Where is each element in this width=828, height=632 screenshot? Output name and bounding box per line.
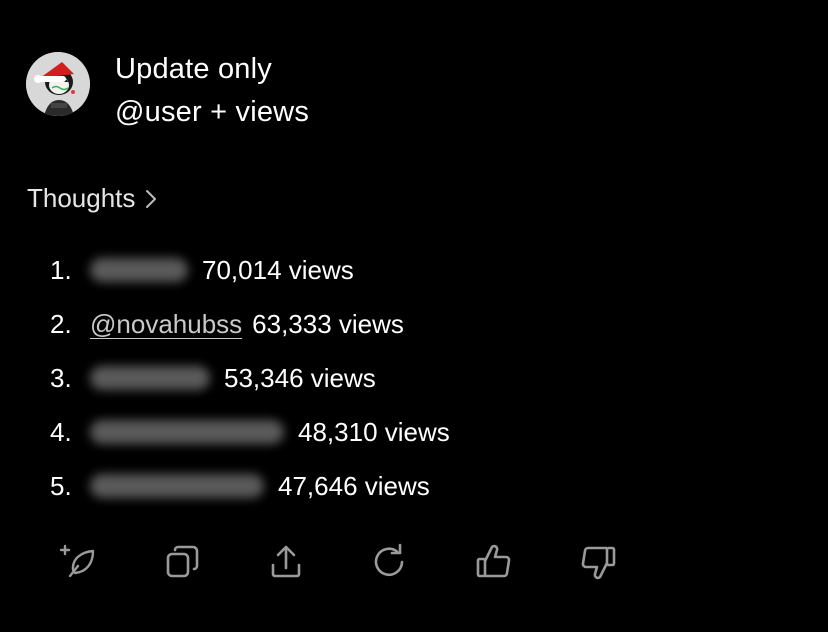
rank-number: 5. — [50, 470, 72, 501]
sparkle-leaf-icon — [58, 542, 98, 582]
message-line-1: Update only — [115, 53, 272, 85]
ranking-item-5: 5. 47,646 views — [50, 459, 450, 513]
user-handle-link[interactable]: @novahubss — [90, 309, 242, 340]
blurred-handle — [90, 474, 264, 498]
thumbs-down-icon — [578, 542, 618, 582]
avatar-image — [26, 52, 90, 116]
copy-icon — [162, 542, 202, 582]
rank-number: 2. — [50, 308, 72, 339]
thumbs-down-button[interactable] — [576, 540, 620, 584]
message-line-2: @user + views — [115, 96, 310, 128]
view-count: 48,310 views — [298, 416, 450, 447]
message-action-bar — [56, 540, 636, 584]
view-count: 70,014 views — [202, 254, 354, 285]
ranking-item-4: 4. 48,310 views — [50, 405, 450, 459]
sparkle-leaf-button[interactable] — [56, 540, 100, 584]
thumbs-up-icon — [474, 542, 514, 582]
blurred-handle — [90, 258, 188, 282]
share-button[interactable] — [264, 540, 308, 584]
blurred-handle — [90, 366, 210, 390]
regenerate-button[interactable] — [368, 540, 412, 584]
thoughts-label: Thoughts — [27, 183, 136, 213]
ranking-list: 1. 70,014 views 2. @novahubss 63,333 vie… — [50, 243, 450, 513]
rank-number: 1. — [50, 254, 72, 285]
ranking-item-3: 3. 53,346 views — [50, 351, 450, 405]
share-icon — [266, 542, 306, 582]
thoughts-toggle[interactable]: Thoughts — [27, 183, 157, 214]
chevron-right-icon — [145, 189, 157, 209]
blurred-handle — [90, 420, 284, 444]
view-count: 63,333 views — [252, 308, 404, 339]
ranking-item-2: 2. @novahubss 63,333 views — [50, 297, 450, 351]
avatar[interactable] — [26, 52, 90, 116]
view-count: 47,646 views — [278, 470, 430, 501]
ranking-item-1: 1. 70,014 views — [50, 243, 450, 297]
rank-number: 3. — [50, 362, 72, 393]
copy-button[interactable] — [160, 540, 204, 584]
view-count: 53,346 views — [224, 362, 376, 393]
thumbs-up-button[interactable] — [472, 540, 516, 584]
rank-number: 4. — [50, 416, 72, 447]
regenerate-icon — [370, 542, 410, 582]
